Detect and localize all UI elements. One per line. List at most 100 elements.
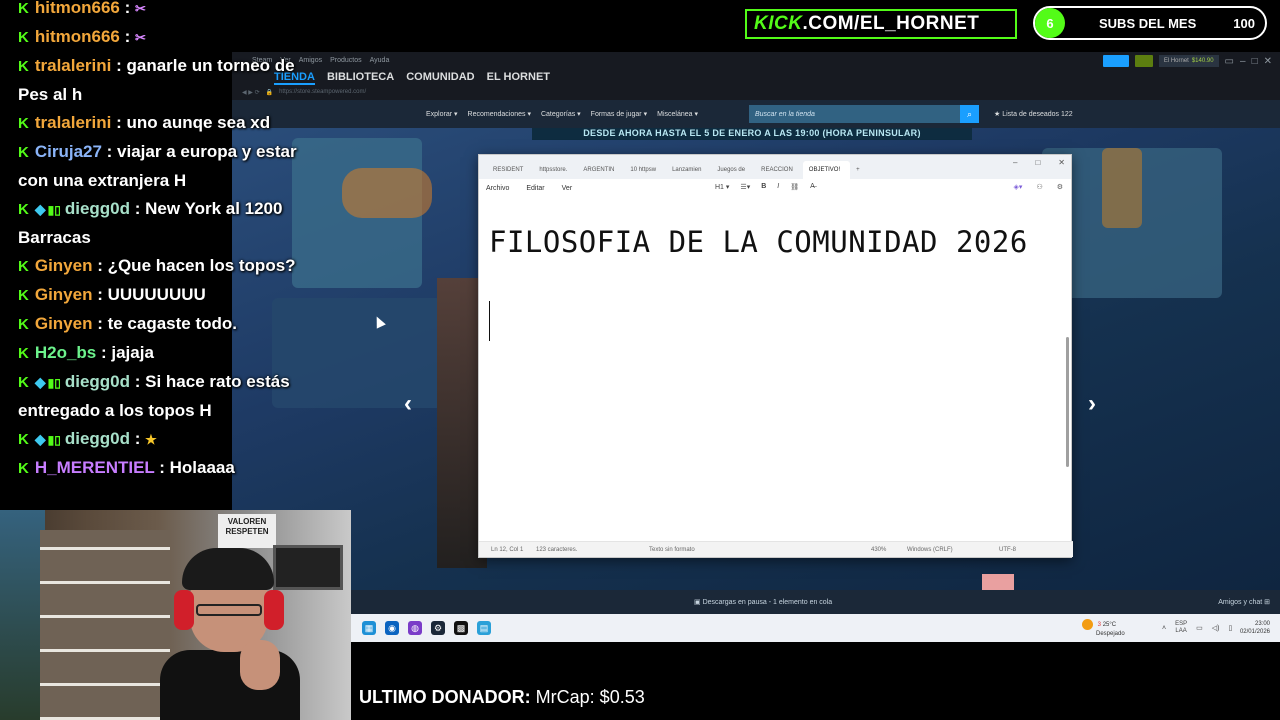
account-name: El Hornet bbox=[1163, 58, 1189, 64]
wishlist-link[interactable]: ★ Lista de deseados 122 bbox=[994, 110, 1073, 118]
account-menu[interactable]: El Hornet $140.90 bbox=[1158, 55, 1219, 67]
notifications-button[interactable] bbox=[1134, 55, 1153, 67]
subs-goal-bar: 6 SUBS DEL MES 100 bbox=[1033, 6, 1267, 40]
heading-dropdown[interactable]: H1 ▾ bbox=[715, 183, 729, 191]
chat-message: K Ginyen : te cagaste todo. bbox=[10, 310, 310, 339]
store-nav: Explorar ▾ Recomendaciones ▾ Categorías … bbox=[232, 100, 1280, 128]
chat-username[interactable]: tralalerini bbox=[35, 56, 112, 75]
edge-icon[interactable]: ◉ bbox=[385, 621, 399, 635]
glasses bbox=[196, 604, 262, 616]
notepad-tab[interactable]: ARGENTIN bbox=[577, 161, 624, 179]
copilot-icon[interactable]: ◈▾ bbox=[1014, 183, 1023, 191]
nav-biblioteca[interactable]: BIBLIOTECA bbox=[327, 71, 394, 85]
chat-username[interactable]: Ginyen bbox=[35, 285, 93, 304]
network-icon[interactable]: ▭ bbox=[1196, 624, 1203, 632]
chat-username[interactable]: diegg0d bbox=[65, 429, 130, 448]
chat-username[interactable]: hitmon666 bbox=[35, 0, 120, 17]
store-menu-formas[interactable]: Formas de jugar ▾ bbox=[591, 110, 647, 118]
battery-icon[interactable]: ▯ bbox=[1228, 624, 1232, 632]
weather-widget[interactable]: 3 25°C Despejado bbox=[1082, 619, 1125, 638]
wishlist-label: Lista de deseados 122 bbox=[1002, 111, 1073, 118]
bold-icon[interactable]: B bbox=[761, 183, 766, 191]
chevron-up-icon[interactable]: ˄ bbox=[1162, 625, 1166, 632]
system-tray: ˄ ESP LAA ▭ ◁) ▯ bbox=[1162, 621, 1232, 635]
new-tab-icon[interactable]: + bbox=[850, 161, 870, 179]
scrollbar[interactable] bbox=[1066, 337, 1069, 467]
menu-archivo[interactable]: Archivo bbox=[486, 185, 509, 192]
close-icon[interactable]: ✕ bbox=[1264, 56, 1272, 67]
store-menu-miscelanea[interactable]: Miscelánea ▾ bbox=[657, 110, 698, 118]
kick-badge-icon: K bbox=[18, 374, 29, 391]
hand bbox=[240, 640, 280, 690]
chat-username[interactable]: Ginyen bbox=[35, 256, 93, 275]
store-menu-recomendaciones[interactable]: Recomendaciones ▾ bbox=[468, 110, 531, 118]
chat-message: K ◆ ▮▯ diegg0d : New York al 1200 Barracas bbox=[10, 195, 310, 252]
heading-label: H1 bbox=[715, 184, 724, 191]
store-menu-categorias[interactable]: Categorías ▾ bbox=[541, 110, 581, 118]
minimize-icon[interactable]: – bbox=[1013, 158, 1017, 167]
broadcast-button[interactable] bbox=[1102, 55, 1129, 67]
discord-icon[interactable]: ◍ bbox=[408, 621, 422, 635]
notepad-tab[interactable]: REACCION bbox=[755, 161, 803, 179]
chat-username[interactable]: diegg0d bbox=[65, 199, 130, 218]
chat-message: K H2o_bs : jajaja bbox=[10, 339, 310, 368]
close-icon[interactable]: ✕ bbox=[1058, 158, 1065, 167]
chat-username[interactable]: H2o_bs bbox=[35, 343, 96, 362]
notepad-tab[interactable]: Lanzamien bbox=[666, 161, 711, 179]
carousel-prev-icon[interactable]: ‹ bbox=[404, 390, 412, 418]
store-search[interactable]: Buscar en la tienda ⌕ bbox=[749, 105, 979, 123]
menu-editar[interactable]: Editar bbox=[526, 185, 544, 192]
menu-ver[interactable]: Ver bbox=[562, 185, 573, 192]
notepad-icon[interactable]: ▤ bbox=[477, 621, 491, 635]
maximize-icon[interactable]: □ bbox=[1252, 56, 1258, 67]
steam-icon[interactable]: ⚙ bbox=[431, 621, 445, 635]
store-menu-explorar[interactable]: Explorar ▾ bbox=[426, 110, 458, 118]
friends-label: Amigos y chat bbox=[1218, 599, 1263, 606]
language-indicator[interactable]: ESP LAA bbox=[1175, 621, 1187, 635]
headset-right bbox=[264, 590, 284, 630]
subs-current: 6 bbox=[1035, 8, 1065, 38]
account-icon[interactable]: ⚇ bbox=[1036, 183, 1042, 191]
search-input[interactable]: Buscar en la tienda bbox=[749, 111, 960, 118]
menu-ayuda[interactable]: Ayuda bbox=[370, 57, 390, 64]
download-status[interactable]: ▣ Descargas en pausa - 1 elemento en col… bbox=[694, 598, 832, 606]
kick-badge-icon: K bbox=[18, 460, 29, 477]
list-icon[interactable]: ☰▾ bbox=[740, 183, 750, 191]
nav-profile[interactable]: EL HORNET bbox=[487, 71, 550, 85]
menu-productos[interactable]: Productos bbox=[330, 57, 362, 64]
streamer bbox=[160, 540, 300, 720]
taskbar-clock[interactable]: 23:00 02/01/2026 bbox=[1240, 620, 1270, 636]
clear-format-icon[interactable]: A̶ bbox=[810, 183, 815, 191]
notepad-tab-active[interactable]: OBJETIVO! bbox=[802, 161, 851, 179]
volume-icon[interactable]: ◁) bbox=[1212, 624, 1220, 632]
obs-icon[interactable]: ▩ bbox=[454, 621, 468, 635]
notepad-tab[interactable]: RESIDENT bbox=[487, 161, 533, 179]
link-icon[interactable]: ⛓ bbox=[790, 183, 799, 191]
store-app-icon[interactable]: ▦ bbox=[362, 621, 376, 635]
chat-username[interactable]: Ciruja27 bbox=[35, 142, 102, 161]
notepad-tab[interactable]: Juegos de bbox=[711, 161, 755, 179]
chat-username[interactable]: Ginyen bbox=[35, 314, 93, 333]
friends-chat-button[interactable]: Amigos y chat ⊞ bbox=[1218, 598, 1270, 606]
minimize-icon-2[interactable]: – bbox=[1240, 56, 1246, 67]
italic-icon[interactable]: I bbox=[777, 183, 779, 191]
carousel-next-icon[interactable]: › bbox=[1088, 390, 1096, 418]
steam-top-right: El Hornet $140.90 ▭ – □ ✕ bbox=[1102, 55, 1272, 67]
notepad-tab[interactable]: httpsstore. bbox=[533, 161, 577, 179]
gift-badge-icon: ▮▯ bbox=[47, 376, 61, 390]
maximize-icon[interactable]: □ bbox=[1035, 158, 1040, 167]
kick-badge-icon: K bbox=[18, 115, 29, 132]
game-tile[interactable] bbox=[982, 574, 1014, 590]
minimize-icon[interactable]: ▭ bbox=[1225, 56, 1234, 67]
chat-username[interactable]: hitmon666 bbox=[35, 27, 120, 46]
notepad-tab[interactable]: 10 httpsw bbox=[624, 161, 666, 179]
search-icon[interactable]: ⌕ bbox=[960, 105, 979, 123]
chat-username[interactable]: diegg0d bbox=[65, 372, 130, 391]
settings-icon[interactable]: ⚙ bbox=[1057, 183, 1063, 191]
notepad-editor[interactable]: FILOSOFIA DE LA COMUNIDAD 2026 bbox=[479, 199, 1073, 539]
chat-message: K ◆ ▮▯ diegg0d : Si hace rato estás entrega… bbox=[10, 368, 310, 425]
chat-username[interactable]: tralalerini bbox=[35, 113, 112, 132]
nav-comunidad[interactable]: COMUNIDAD bbox=[406, 71, 474, 85]
steam-titlebar: Steam Ver Amigos Productos Ayuda TIENDA … bbox=[232, 52, 1280, 100]
chat-username[interactable]: H_MERENTIEL bbox=[35, 458, 155, 477]
